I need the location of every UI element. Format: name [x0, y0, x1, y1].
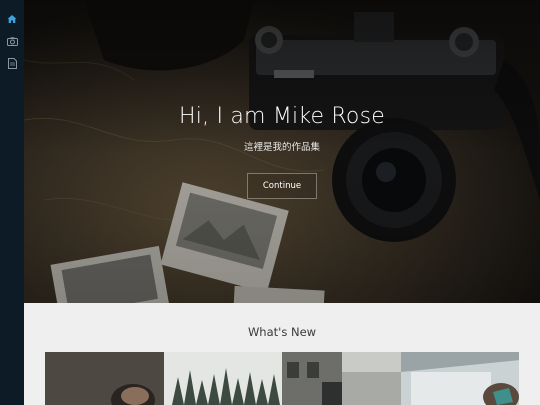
thumbnail-forest[interactable]: [163, 352, 282, 405]
hero-content: Hi, I am Mike Rose 這裡是我的作品集 Continue: [24, 0, 540, 303]
thumbnail-row: [45, 352, 519, 405]
whats-new-section: What's New: [24, 303, 540, 405]
thumbnail-portrait[interactable]: [45, 352, 164, 405]
document-icon: [7, 57, 17, 69]
continue-button[interactable]: Continue: [247, 173, 317, 199]
sidebar-item-home[interactable]: [0, 8, 24, 30]
home-icon: [7, 15, 17, 23]
thumbnail-car[interactable]: [400, 352, 519, 405]
camera-icon: [6, 36, 18, 46]
sidebar-item-documents[interactable]: [0, 52, 24, 74]
sidebar: [0, 0, 24, 405]
hero-subtitle: 這裡是我的作品集: [243, 142, 320, 153]
hero-title: Hi, I am Mike Rose: [179, 104, 385, 129]
sidebar-item-gallery[interactable]: [0, 30, 24, 52]
section-title: What's New: [247, 325, 317, 339]
hero-banner: Hi, I am Mike Rose 這裡是我的作品集 Continue: [24, 0, 540, 303]
thumbnail-street[interactable]: [282, 352, 401, 405]
